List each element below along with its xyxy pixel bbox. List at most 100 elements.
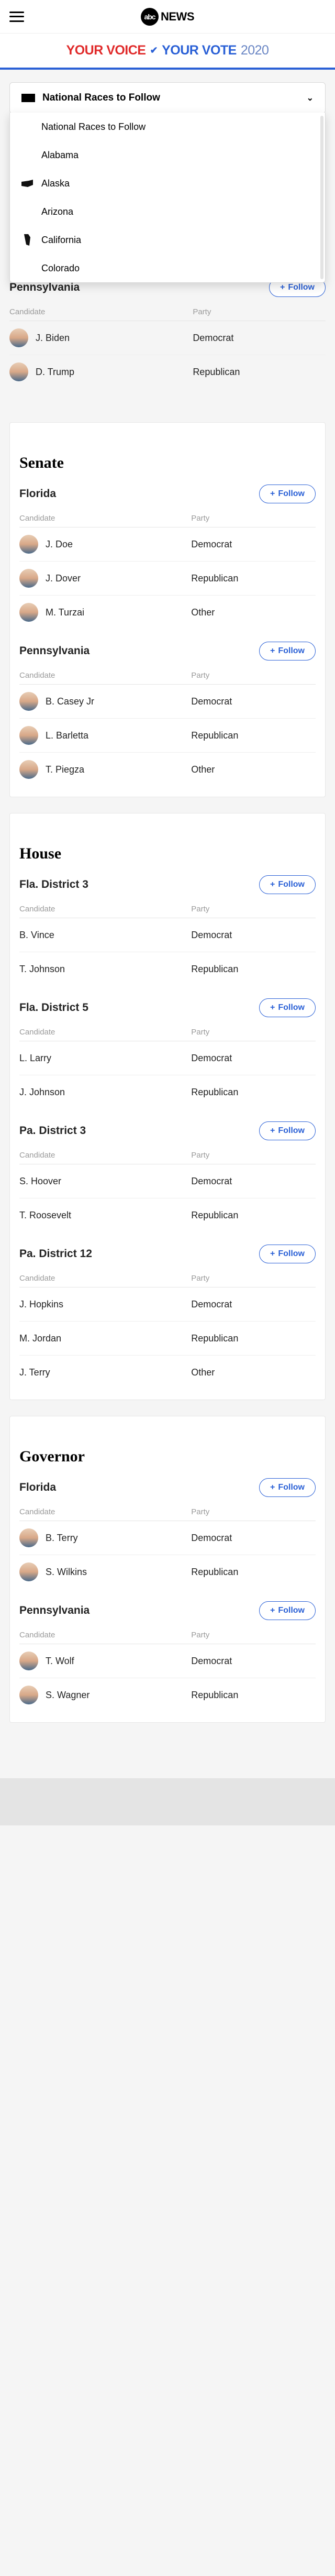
avatar — [19, 1652, 38, 1670]
candidate-name: B. Vince — [19, 930, 54, 941]
table-header: CandidateParty — [19, 1269, 316, 1287]
plus-icon: + — [280, 283, 285, 292]
candidate-party: Democrat — [191, 1299, 316, 1310]
header-candidate: Candidate — [19, 1631, 191, 1639]
follow-label: Follow — [278, 1126, 305, 1136]
race-block: Pennsylvania+FollowCandidatePartyJ. Bide… — [9, 278, 326, 389]
header-party: Party — [191, 1631, 316, 1639]
table-header: CandidateParty — [19, 899, 316, 918]
table-header: CandidateParty — [9, 302, 326, 321]
table-row: J. HopkinsDemocrat — [19, 1287, 316, 1322]
follow-label: Follow — [278, 1249, 305, 1259]
table-row: J. Biden Democrat — [9, 321, 326, 355]
candidate-party: Democrat — [191, 1656, 316, 1667]
follow-label: Follow — [278, 1483, 305, 1492]
avatar — [19, 760, 38, 779]
candidate-party: Republican — [191, 964, 316, 975]
follow-button[interactable]: +Follow — [259, 998, 316, 1017]
dropdown-option-label: National Races to Follow — [41, 122, 146, 133]
table-row: T. RooseveltRepublican — [19, 1198, 316, 1232]
candidate-party: Democrat — [191, 1533, 316, 1544]
race-header: Pa. District 12+Follow — [19, 1245, 316, 1263]
avatar — [9, 362, 28, 381]
candidate-name: J. Dover — [46, 573, 81, 584]
follow-button[interactable]: +Follow — [259, 642, 316, 660]
follow-label: Follow — [278, 1003, 305, 1012]
dropdown-option-label: Colorado — [41, 263, 80, 274]
dropdown-option[interactable]: Alaska — [10, 169, 322, 197]
follow-button[interactable]: +Follow — [259, 875, 316, 894]
scrollbar[interactable] — [320, 116, 323, 279]
race-header: Pennsylvania+Follow — [19, 1601, 316, 1620]
candidate-name: J. Terry — [19, 1367, 50, 1378]
table-row: S. HooverDemocrat — [19, 1164, 316, 1198]
candidate-party: Democrat — [191, 1176, 316, 1187]
header-candidate: Candidate — [19, 1151, 191, 1160]
candidate-name: S. Wilkins — [46, 1567, 87, 1578]
candidate-party: Republican — [191, 1690, 316, 1701]
avatar — [19, 1686, 38, 1704]
follow-button[interactable]: +Follow — [259, 1121, 316, 1140]
plus-icon: + — [270, 1249, 275, 1259]
dropdown-option[interactable]: National Races to Follow — [10, 113, 322, 141]
dropdown-option-label: Arizona — [41, 206, 73, 217]
candidate-party: Democrat — [191, 1053, 316, 1064]
candidate-name: M. Turzai — [46, 607, 84, 618]
banner-year: 2020 — [241, 43, 269, 58]
state-shape-icon — [21, 149, 33, 161]
candidate-party: Democrat — [193, 333, 326, 344]
header-party: Party — [191, 1274, 316, 1283]
table-row: J. DoeDemocrat — [19, 527, 316, 562]
menu-icon[interactable] — [9, 12, 24, 22]
state-shape-icon — [21, 178, 33, 189]
race-header: Fla. District 3+Follow — [19, 875, 316, 894]
follow-button[interactable]: +Follow — [259, 485, 316, 503]
avatar — [19, 569, 38, 588]
candidate-party: Democrat — [191, 930, 316, 941]
table-row: J. JohnsonRepublican — [19, 1075, 316, 1109]
state-select-button[interactable]: National Races to Follow ⌄ — [9, 82, 326, 114]
chevron-down-icon: ⌄ — [307, 93, 314, 103]
dropdown-option[interactable]: Alabama — [10, 141, 322, 169]
race-name: Florida — [19, 488, 56, 500]
follow-button[interactable]: +Follow — [259, 1478, 316, 1497]
avatar — [19, 535, 38, 554]
header-candidate: Candidate — [19, 671, 191, 680]
candidate-party: Other — [191, 1367, 316, 1378]
state-shape-icon — [21, 262, 33, 274]
follow-label: Follow — [278, 489, 305, 499]
check-icon: ✔ — [150, 45, 158, 56]
table-row: B. TerryDemocrat — [19, 1521, 316, 1555]
follow-button[interactable]: +Follow — [259, 1601, 316, 1620]
candidate-party: Republican — [191, 573, 316, 584]
section-title-governor: Governor — [19, 1435, 316, 1466]
candidate-name: B. Casey Jr — [46, 696, 94, 707]
avatar — [9, 328, 28, 347]
logo[interactable]: abc NEWS — [24, 8, 311, 26]
table-header: CandidateParty — [19, 1502, 316, 1521]
avatar — [19, 692, 38, 711]
candidate-name: T. Roosevelt — [19, 1210, 71, 1221]
dropdown-option[interactable]: California — [10, 226, 322, 254]
candidate-party: Other — [191, 764, 316, 775]
table-row: J. Terry Other — [19, 1356, 316, 1389]
follow-label: Follow — [278, 646, 305, 656]
header-candidate: Candidate — [19, 1274, 191, 1283]
banner: YOUR VOICE ✔ YOUR VOTE 2020 — [0, 34, 335, 70]
candidate-name: J. Doe — [46, 539, 73, 550]
header-candidate: Candidate — [19, 1507, 191, 1516]
dropdown-option[interactable]: Colorado — [10, 254, 322, 282]
candidate-name: L. Barletta — [46, 730, 88, 741]
state-shape-icon — [21, 234, 33, 246]
candidate-party: Other — [191, 607, 316, 618]
section-title-house: House — [19, 832, 316, 863]
logo-text: NEWS — [161, 10, 194, 24]
race-name: Pennsylvania — [19, 645, 90, 657]
table-row: T. JohnsonRepublican — [19, 952, 316, 986]
header-candidate: Candidate — [19, 514, 191, 523]
table-row: L. BarlettaRepublican — [19, 719, 316, 753]
candidate-name: J. Biden — [36, 333, 70, 344]
logo-circle: abc — [141, 8, 159, 26]
follow-button[interactable]: +Follow — [259, 1245, 316, 1263]
dropdown-option[interactable]: Arizona — [10, 197, 322, 226]
